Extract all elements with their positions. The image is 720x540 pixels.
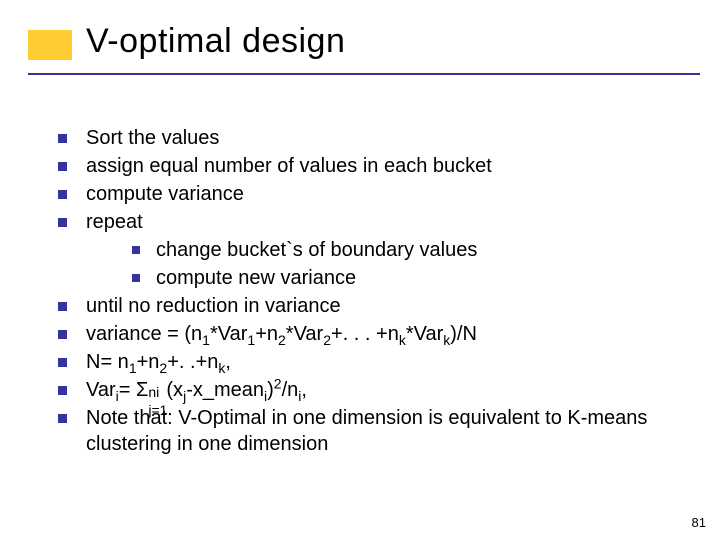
slide: V-optimal design Sort the values assign … [0, 0, 720, 540]
sub-bullet-text: compute new variance [156, 267, 356, 289]
bullet-list: Sort the values assign equal number of v… [52, 125, 690, 457]
text: +n [137, 351, 160, 373]
text: *Var [286, 323, 323, 345]
text: +. .+n [167, 351, 218, 373]
text: (x [166, 379, 183, 401]
text: Var [86, 379, 116, 401]
text: ) [267, 379, 274, 401]
text: = [119, 379, 136, 401]
page-number: 81 [692, 515, 706, 530]
bullet-text: assign equal number of values in each bu… [86, 155, 492, 177]
bullet-item-vari-formula: Vari= Σnij=1(xj-x_meani)2/ni, [52, 377, 690, 403]
bullet-item-variance-formula: variance = (n1*Var1+n2*Var2+. . . +nk*Va… [52, 321, 690, 347]
text: /n [282, 379, 299, 401]
bullet-text: compute variance [86, 183, 244, 205]
superscript: 2 [274, 375, 282, 391]
sub-bullet-list: change bucket`s of boundary values compu… [86, 237, 690, 291]
sigma-symbol: Σ [136, 379, 148, 401]
bullet-text: Sort the values [86, 127, 219, 149]
sub-bullet-text: change bucket`s of boundary values [156, 239, 477, 261]
bullet-item: until no reduction in variance [52, 293, 690, 319]
sub-bullet-item: compute new variance [126, 265, 690, 291]
bullet-item: Sort the values [52, 125, 690, 151]
text: , [225, 351, 231, 373]
subscript: 1 [129, 360, 137, 376]
text: *Var [406, 323, 443, 345]
text: , [301, 379, 307, 401]
bullet-text: Note that: V-Optimal in one dimension is… [86, 407, 647, 455]
title-underline [28, 73, 700, 75]
bullet-item-n-formula: N= n1+n2+. .+nk, [52, 349, 690, 375]
text: +. . . +n [331, 323, 399, 345]
subscript: k [399, 332, 406, 348]
slide-body: Sort the values assign equal number of v… [52, 125, 690, 459]
bullet-text: until no reduction in variance [86, 295, 341, 317]
text: variance = (n [86, 323, 202, 345]
superscript: ni [148, 383, 159, 401]
text: +n [255, 323, 278, 345]
accent-square [28, 30, 72, 60]
slide-header: V-optimal design [28, 22, 700, 61]
text: -x_mean [186, 379, 264, 401]
bullet-text: repeat [86, 211, 143, 233]
text: *Var [210, 323, 247, 345]
subscript: 2 [323, 332, 331, 348]
subscript: 2 [278, 332, 286, 348]
bullet-item-note: Note that: V-Optimal in one dimension is… [52, 405, 690, 457]
bullet-item: repeat change bucket`s of boundary value… [52, 209, 690, 291]
subscript: 1 [202, 332, 210, 348]
sub-bullet-item: change bucket`s of boundary values [126, 237, 690, 263]
text: )/N [450, 323, 477, 345]
slide-title: V-optimal design [86, 22, 700, 61]
bullet-item: assign equal number of values in each bu… [52, 153, 690, 179]
text: N= n [86, 351, 129, 373]
bullet-item: compute variance [52, 181, 690, 207]
